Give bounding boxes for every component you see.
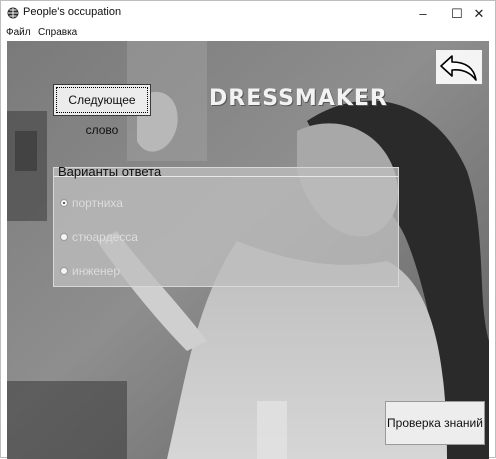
radio-button-icon[interactable]: [60, 199, 68, 207]
app-icon: [7, 7, 19, 19]
next-word-button[interactable]: Следующее слово: [53, 84, 151, 137]
minimize-button[interactable]: –: [405, 1, 441, 26]
close-button[interactable]: ✕: [461, 1, 496, 26]
current-word: DRESSMAKER: [209, 86, 388, 111]
answer-options-title: Варианты ответа: [58, 164, 162, 179]
answer-options-group: Варианты ответа портниха стюардесса инже…: [53, 164, 399, 287]
answer-option-label: портниха: [72, 196, 123, 210]
menu-bar: Файл Справка: [1, 26, 495, 41]
main-panel: Следующее слово DRESSMAKER Варианты отве…: [7, 41, 489, 459]
answer-option-label: стюардесса: [72, 230, 138, 244]
menu-item-file[interactable]: Файл: [6, 27, 31, 38]
app-window: People's occupation – ☐ ✕ Файл Справка С…: [0, 0, 496, 459]
back-button[interactable]: [435, 49, 483, 85]
radio-button-icon[interactable]: [60, 233, 68, 241]
window-title: People's occupation: [23, 6, 122, 18]
check-knowledge-button[interactable]: Проверка знаний: [385, 401, 485, 445]
answer-option-label: инженер: [72, 264, 121, 278]
menu-item-help[interactable]: Справка: [38, 27, 77, 38]
title-bar[interactable]: People's occupation – ☐ ✕: [1, 1, 495, 26]
radio-button-icon[interactable]: [60, 267, 68, 275]
back-arrow-icon: [440, 55, 477, 81]
